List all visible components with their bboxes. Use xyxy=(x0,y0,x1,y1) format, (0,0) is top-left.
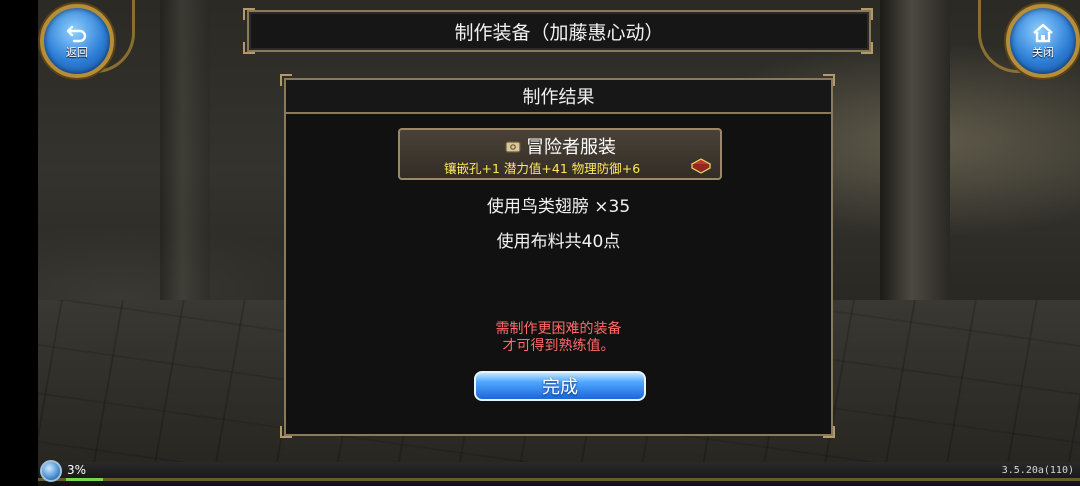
home-icon xyxy=(1033,23,1053,42)
crafted-item-card[interactable]: 冒险者服装 镶嵌孔+1 潜力值+41 物理防御+6 xyxy=(398,128,722,180)
warning-line-1: 需制作更困难的装备 xyxy=(495,321,622,337)
frame-corner xyxy=(243,8,255,20)
background-pillar xyxy=(160,0,210,300)
treasure-chest-icon xyxy=(690,158,712,174)
background-pillar xyxy=(880,0,950,300)
panel-header: 制作结果 xyxy=(286,80,831,114)
experience-bar xyxy=(38,478,1080,481)
done-button-label: 完成 xyxy=(542,377,578,398)
material-usage-line: 使用鸟类翅膀 ×35 xyxy=(486,197,631,217)
experience-percent: 3% xyxy=(67,463,87,477)
item-stats: 镶嵌孔+1 潜力值+41 物理防御+6 xyxy=(444,161,641,176)
panel-title: 制作结果 xyxy=(522,87,595,108)
frame-corner xyxy=(861,8,873,20)
frame-corner xyxy=(823,426,835,438)
frame-corner xyxy=(280,426,292,438)
bottom-status-bar xyxy=(38,462,1080,486)
close-button[interactable]: 关闭 xyxy=(1006,4,1080,78)
window-title-bar: 制作装备（加藤惠心动） xyxy=(247,10,871,52)
frame-corner xyxy=(861,42,873,54)
done-button[interactable]: 完成 xyxy=(474,371,646,401)
warning-line-2: 才可得到熟练值。 xyxy=(502,338,615,354)
frame-corner xyxy=(243,42,255,54)
window-title: 制作装备（加藤惠心动） xyxy=(454,21,664,44)
frame-corner xyxy=(280,74,292,86)
back-button-label: 返回 xyxy=(66,45,88,59)
screen-edge xyxy=(0,0,38,486)
frame-corner xyxy=(823,74,835,86)
item-name-row: 冒险者服装 xyxy=(400,133,720,159)
craft-result-panel: 制作结果 冒险者服装 镶嵌孔+1 潜力值+41 物理防御+6 使用鸟类翅膀 ×3… xyxy=(284,78,833,436)
back-arrow-icon xyxy=(66,25,87,42)
back-button[interactable]: 返回 xyxy=(40,4,114,78)
scroll-icon xyxy=(505,141,521,153)
item-name: 冒险者服装 xyxy=(526,137,616,158)
version-label: 3.5.20a(110) xyxy=(1001,465,1074,476)
close-button-label: 关闭 xyxy=(1032,45,1054,59)
experience-bar-fill xyxy=(66,478,103,481)
cloth-usage-line: 使用布料共40点 xyxy=(496,232,621,252)
status-orb-icon[interactable] xyxy=(40,460,62,482)
